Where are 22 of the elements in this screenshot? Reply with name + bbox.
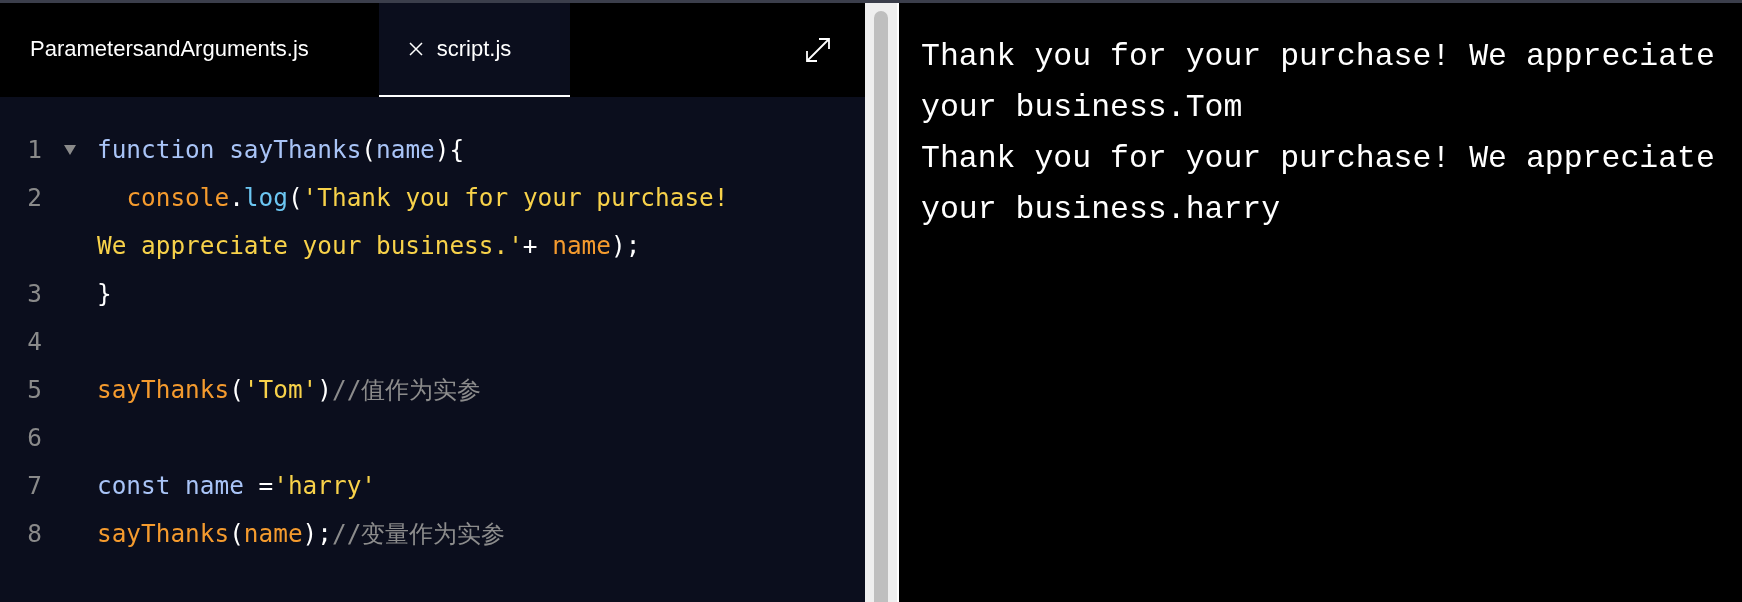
line-number: 1	[26, 134, 42, 166]
code-line: }	[97, 278, 113, 310]
close-icon[interactable]	[408, 42, 423, 56]
line-number: 3	[26, 278, 42, 310]
fold-arrow-icon[interactable]	[63, 145, 76, 155]
code-line: sayThanks('Tom')//值作为实参	[97, 374, 483, 406]
file-tab[interactable]: ParametersandArguments.js	[0, 3, 339, 97]
code-line: sayThanks(name);//变量作为实参	[97, 518, 507, 550]
line-number: 4	[26, 326, 42, 358]
line-number: 8	[26, 518, 42, 550]
console-output: Thank you for your purchase! We appreciate your business.Tom	[921, 38, 1716, 127]
code-line: console.log('Thank you for your purchase! We appreciate your business.'+ name);	[97, 182, 730, 262]
expand-icon[interactable]	[805, 37, 831, 63]
line-number: 7	[26, 470, 42, 502]
scrollbar[interactable]	[865, 3, 899, 602]
line-number: 6	[26, 422, 42, 454]
file-tab[interactable]: script.js	[378, 3, 570, 97]
code-line: function sayThanks(name){	[97, 134, 466, 166]
code-line: const name ='harry'	[97, 470, 377, 502]
line-number: 2	[26, 182, 42, 214]
line-number: 5	[26, 374, 42, 406]
console-output: Thank you for your purchase! We appreciate your business.harry	[921, 140, 1716, 229]
